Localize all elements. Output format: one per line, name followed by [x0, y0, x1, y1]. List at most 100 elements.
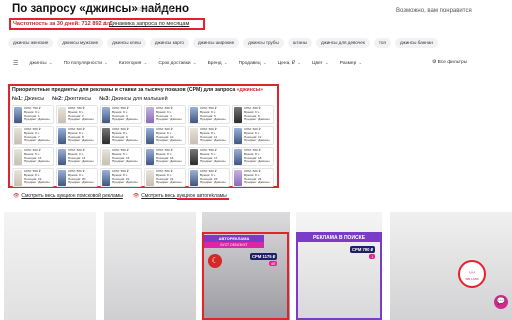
query-chip[interactable]: топ	[373, 38, 391, 48]
ad-card-info: CPM: 790 ₽ Время: 9 ч. Позиция: 1 Предмет: …	[24, 106, 50, 122]
ad-card-item: Предмет: Джинсы	[68, 159, 94, 164]
search-ad-position: 1	[369, 254, 376, 259]
filter-dropdown[interactable]: Категория ⌄	[119, 61, 147, 66]
filter-dropdown[interactable]: Цвет ⌄	[312, 61, 329, 66]
product-thumbnail	[146, 169, 154, 186]
query-chip[interactable]: джинсы для девочек	[315, 38, 370, 48]
eye-icon: 👁	[132, 193, 140, 199]
product-thumbnail	[234, 127, 242, 144]
product-thumbnail	[190, 106, 198, 123]
ad-card[interactable]: CPM: 650 ₽ Время: 8 ч. Позиция: 5 Предмет: …	[188, 105, 230, 124]
subject-tab[interactable]: №1: Джинсы	[12, 96, 44, 102]
product-image-2[interactable]	[104, 212, 196, 320]
product-thumbnail	[58, 148, 66, 165]
results-count: 65 690 товаров	[137, 7, 173, 13]
turkey-flag-icon: ☾	[208, 254, 222, 268]
ad-card[interactable]: CPM: 600 ₽ Время: 8 ч. Позиция: 9 Предмет: …	[100, 126, 142, 145]
autoadvert-subbadge: БУСТ ОБЪЕМ КТ	[204, 242, 264, 248]
ad-card-item: Предмет: Джинсы	[112, 180, 138, 185]
chevron-down-icon: ⌄	[143, 61, 148, 66]
filter-dropdown[interactable]: Продавец ⌄	[239, 61, 267, 66]
autoadvert-position: 4б	[268, 261, 278, 266]
ad-panel-query: «джинсы»	[236, 87, 264, 93]
query-chip[interactable]: джинсы клеш	[107, 38, 146, 48]
ad-card-info: CPM: 650 ₽ Время: 9 ч. Позиция: 6 Предмет: …	[244, 106, 270, 122]
ad-card[interactable]: CPM: 550 ₽ Время: 8 ч. Позиция: 18 Предмет:…	[232, 147, 274, 166]
ad-card[interactable]: CPM: 550 ₽ Время: 8 ч. Позиция: 22 Предмет:…	[144, 168, 186, 187]
ad-card[interactable]: CPM: 500 ₽ Время: 9 ч. Позиция: 23 Предмет:…	[188, 168, 230, 187]
product-thumbnail	[234, 106, 242, 123]
ad-card[interactable]: CPM: 550 ₽ Время: 8 ч. Позиция: 16 Предмет:…	[144, 147, 186, 166]
ad-card[interactable]: CPM: 550 ₽ Время: 8 ч. Позиция: 19 Предмет:…	[12, 168, 54, 187]
subject-tab-number: №3:	[99, 96, 111, 102]
ad-card-info: CPM: 780 ₽ Время: 8 ч. Позиция: 2 Предмет: …	[68, 106, 94, 122]
ad-card[interactable]: CPM: 600 ₽ Время: 8 ч. Позиция: 8 Предмет: …	[56, 126, 98, 145]
filter-dropdown[interactable]: Бренд ⌄	[208, 61, 228, 66]
ad-card-item: Предмет: Джинсы	[200, 159, 226, 164]
subject-tabs: №1: Джинсы №2: Джеггинсы №3: Джинсы для ма…	[12, 96, 168, 102]
all-filters-button[interactable]: ⚙ Все фильтры	[432, 60, 467, 65]
product-thumbnail	[14, 127, 22, 144]
ad-card-info: CPM: 600 ₽ Время: 9 ч. Позиция: 12 Предмет:…	[244, 127, 270, 143]
product-image-1[interactable]	[4, 212, 96, 320]
ad-card[interactable]: CPM: 650 ₽ Время: 9 ч. Позиция: 6 Предмет: …	[232, 105, 274, 124]
ad-card[interactable]: CPM: 790 ₽ Время: 9 ч. Позиция: 1 Предмет: …	[12, 105, 54, 124]
ad-card[interactable]: CPM: 650 ₽ Время: 9 ч. Позиция: 4 Предмет: …	[144, 105, 186, 124]
filter-dropdown[interactable]: джинсы ⌄	[29, 61, 52, 66]
filter-label: Цвет	[312, 61, 323, 66]
ad-card-info: CPM: 550 ₽ Время: 8 ч. Позиция: 22 Предмет:…	[156, 169, 182, 185]
subject-tab[interactable]: №2: Джеггинсы	[52, 96, 91, 102]
ad-card[interactable]: CPM: 650 ₽ Время: 9 ч. Позиция: 7 Предмет: …	[12, 126, 54, 145]
query-chip[interactable]: джинсы женские	[8, 38, 54, 48]
search-ad-badge: РЕКЛАМА В ПОИСКЕ	[298, 234, 380, 242]
ad-card-info: CPM: 500 ₽ Время: 8 ч. Позиция: 24 Предмет:…	[244, 169, 270, 185]
filter-dropdown[interactable]: Срок доставки ⌄	[158, 61, 196, 66]
ad-card-item: Предмет: Джинсы	[68, 138, 94, 143]
subject-tab-label: Джеггинсы	[64, 96, 92, 102]
product-thumbnail	[102, 169, 110, 186]
ad-card[interactable]: CPM: 600 ₽ Время: 9 ч. Позиция: 12 Предмет:…	[232, 126, 274, 145]
chat-icon[interactable]: 💬	[494, 295, 508, 309]
ad-card[interactable]: CPM: 500 ₽ Время: 8 ч. Позиция: 24 Предмет:…	[232, 168, 274, 187]
filter-label: По популярности	[63, 61, 102, 66]
ad-card[interactable]: CPM: 600 ₽ Время: 8 ч. Позиция: 13 Предмет:…	[12, 147, 54, 166]
ad-card[interactable]: CPM: 550 ₽ Время: 8 ч. Позиция: 21 Предмет:…	[100, 168, 142, 187]
ad-card-info: CPM: 600 ₽ Время: 8 ч. Позиция: 11 Предмет:…	[200, 127, 226, 143]
ad-card[interactable]: CPM: 780 ₽ Время: 8 ч. Позиция: 2 Предмет: …	[56, 105, 98, 124]
query-chip[interactable]: джинсы мужские	[57, 38, 104, 48]
product-thumbnail	[146, 106, 154, 123]
ad-card[interactable]: CPM: 600 ₽ Время: 9 ч. Позиция: 14 Предмет:…	[56, 147, 98, 166]
query-chip[interactable]: джинсы трубы	[243, 38, 284, 48]
auction-search-label: Смотреть весь аукцион поисковой рекламы	[21, 193, 123, 199]
ad-card[interactable]: CPM: 550 ₽ Время: 9 ч. Позиция: 17 Предмет:…	[188, 147, 230, 166]
ad-card[interactable]: CPM: 600 ₽ Время: 9 ч. Позиция: 10 Предмет:…	[144, 126, 186, 145]
filter-label: джинсы	[29, 61, 47, 66]
ad-card[interactable]: CPM: 650 ₽ Время: 9 ч. Позиция: 3 Предмет: …	[100, 105, 142, 124]
filter-dropdown[interactable]: Цена, ₽ ⌄	[278, 61, 301, 66]
ad-card[interactable]: CPM: 600 ₽ Время: 8 ч. Позиция: 11 Предмет:…	[188, 126, 230, 145]
filter-sliders-icon[interactable]: ☰	[13, 60, 18, 67]
query-chip[interactable]: штаны	[287, 38, 312, 48]
search-ad-cpm: CPM 790 ₽ 1	[350, 246, 376, 259]
ad-card[interactable]: CPM: 550 ₽ Время: 9 ч. Позиция: 20 Предмет:…	[56, 168, 98, 187]
query-chip[interactable]: джинсы широкие	[192, 38, 240, 48]
filter-label: Срок доставки	[158, 61, 191, 66]
auction-search-link[interactable]: 👁 Смотреть весь аукцион поисковой рекламы	[13, 193, 123, 199]
dynamics-link[interactable]: Динамика запроса по месяцам	[109, 21, 189, 27]
filter-dropdown[interactable]: По популярности ⌄	[64, 61, 108, 66]
ad-card-item: Предмет: Джинсы	[112, 159, 138, 164]
ad-card-item: Предмет: Джинсы	[156, 117, 182, 122]
ad-card[interactable]: CPM: 550 ₽ Время: 8 ч. Позиция: 15 Предмет:…	[100, 147, 142, 166]
ad-card-info: CPM: 600 ₽ Время: 9 ч. Позиция: 14 Предмет:…	[68, 148, 94, 164]
ad-card-info: CPM: 550 ₽ Время: 8 ч. Позиция: 15 Предмет:…	[112, 148, 138, 164]
eye-icon: 👁	[13, 193, 20, 199]
subject-tab[interactable]: №3: Джинсы для малышей	[99, 96, 167, 102]
product-thumbnail	[190, 148, 198, 165]
chevron-down-icon: ⌄	[262, 61, 267, 66]
query-chip[interactable]: джинсы баннан	[394, 38, 438, 48]
product-thumbnail	[102, 148, 110, 165]
chevron-down-icon: ⌄	[223, 61, 228, 66]
filter-dropdown[interactable]: Размер ⌄	[340, 61, 363, 66]
query-chip[interactable]: джинсы карго	[149, 38, 189, 48]
chart-icon: ↗	[102, 21, 107, 27]
